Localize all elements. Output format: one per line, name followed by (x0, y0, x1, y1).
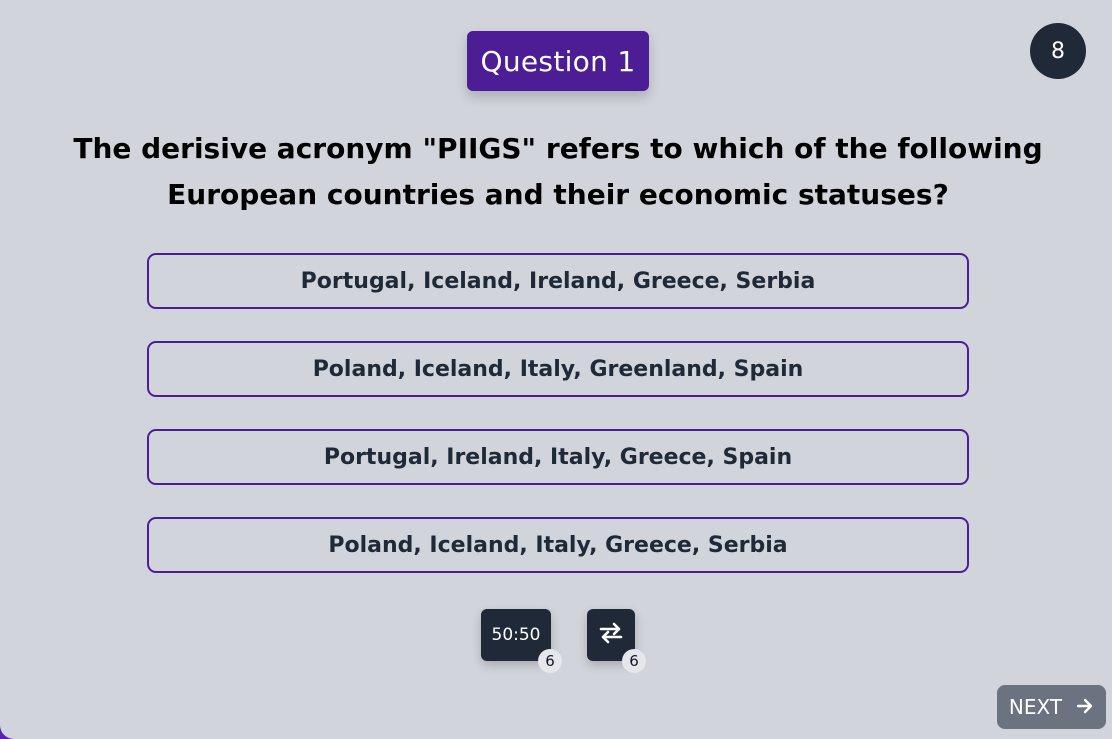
question-number-badge: Question 1 (467, 31, 649, 91)
answer-option-label: Portugal, Ireland, Italy, Greece, Spain (323, 444, 793, 470)
answer-option-4[interactable]: Poland, Iceland, Italy, Greece, Serbia (147, 517, 969, 573)
answer-option-2[interactable]: Poland, Iceland, Italy, Greenland, Spain (147, 341, 969, 397)
question-text: The derisive acronym "PIIGS" refers to w… (73, 132, 1043, 211)
timer-value: 8 (1051, 38, 1065, 64)
quiz-panel: Question 1 8 The derisive acronym "PIIGS… (0, 0, 1112, 739)
arrow-right-icon (1076, 695, 1094, 719)
fifty-fifty-count-badge: 6 (538, 649, 562, 673)
swap-count: 6 (629, 652, 639, 670)
swap-arrows-icon (598, 622, 624, 648)
next-label: NEXT (1008, 695, 1063, 719)
question-number-label: Question 1 (480, 44, 636, 78)
next-button[interactable]: NEXT (997, 685, 1106, 729)
answer-option-3[interactable]: Portugal, Ireland, Italy, Greece, Spain (147, 429, 969, 485)
answer-list: Portugal, Iceland, Ireland, Greece, Serb… (147, 253, 969, 605)
answer-option-label: Portugal, Iceland, Ireland, Greece, Serb… (300, 268, 816, 294)
fifty-fifty-count: 6 (545, 652, 555, 670)
answer-option-label: Poland, Iceland, Italy, Greenland, Spain (312, 356, 804, 382)
fifty-fifty-label: 50:50 (491, 625, 541, 645)
countdown-timer: 8 (1030, 23, 1086, 79)
answer-option-1[interactable]: Portugal, Iceland, Ireland, Greece, Serb… (147, 253, 969, 309)
answer-option-label: Poland, Iceland, Italy, Greece, Serbia (328, 532, 788, 558)
swap-count-badge: 6 (622, 649, 646, 673)
